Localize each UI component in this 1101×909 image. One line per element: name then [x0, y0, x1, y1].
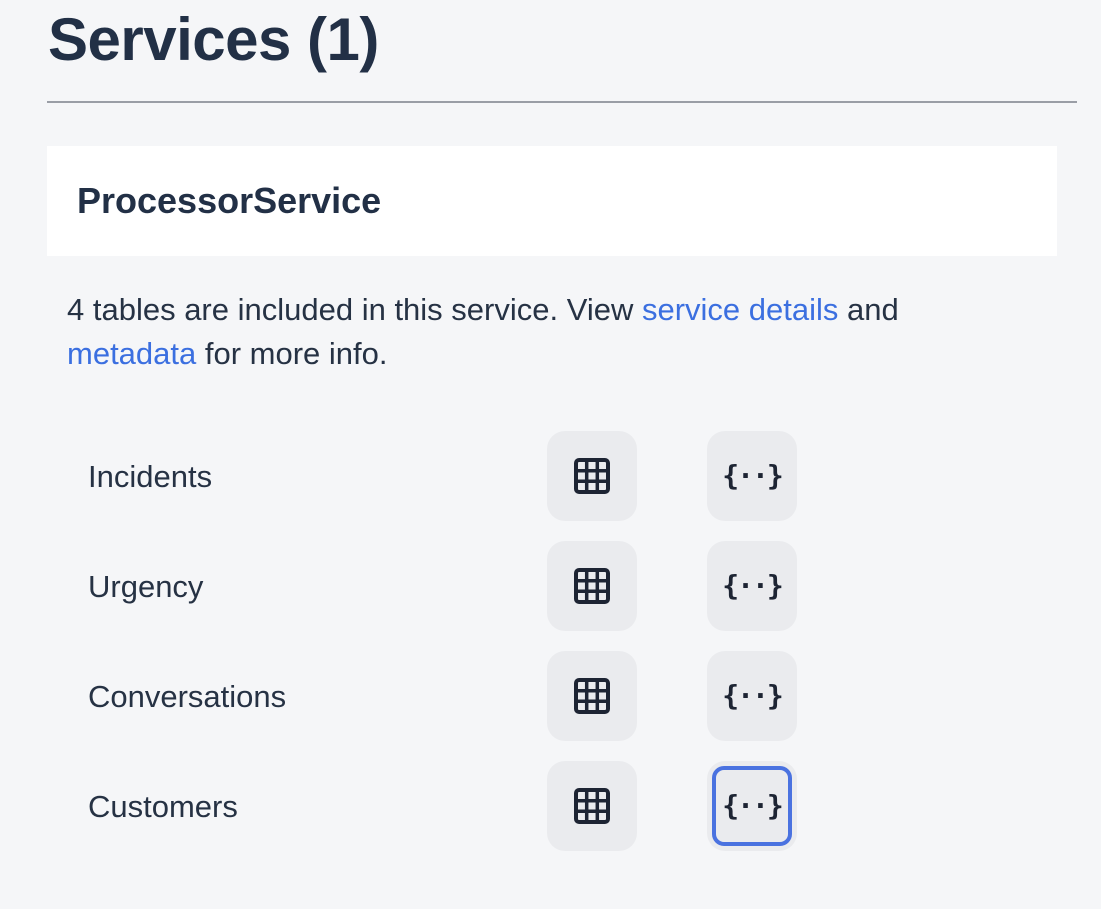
page-title: Services (1)	[48, 6, 379, 73]
entity-name: Urgency	[88, 569, 204, 604]
title-divider	[47, 101, 1077, 103]
curly-braces-icon: {··}	[722, 569, 783, 602]
entity-row-conversations: Conversations {··}	[0, 651, 1101, 741]
services-page: Services (1) ProcessorService 4 tables a…	[0, 0, 1101, 909]
metadata-link[interactable]: metadata	[67, 336, 196, 371]
table-grid-icon	[574, 458, 610, 494]
description-suffix: for more info.	[196, 336, 388, 371]
description-prefix: 4 tables are included in this service. V…	[67, 292, 642, 327]
table-grid-icon	[574, 678, 610, 714]
service-name: ProcessorService	[77, 180, 382, 221]
curly-braces-icon: {··}	[722, 679, 783, 712]
curly-braces-icon: {··}	[722, 459, 783, 492]
service-description: 4 tables are included in this service. V…	[67, 288, 1027, 376]
entity-name: Incidents	[88, 459, 213, 494]
entity-row-incidents: Incidents {··}	[0, 431, 1101, 521]
entity-name: Conversations	[88, 679, 287, 714]
entity-name: Customers	[88, 789, 238, 824]
view-json-button[interactable]: {··}	[707, 431, 797, 521]
view-json-button[interactable]: {··}	[707, 651, 797, 741]
view-table-button[interactable]	[547, 431, 637, 521]
service-card-header: ProcessorService	[47, 146, 1057, 256]
view-json-button[interactable]: {··}	[707, 541, 797, 631]
view-table-button[interactable]	[547, 651, 637, 741]
table-grid-icon	[574, 788, 610, 824]
curly-braces-icon: {··}	[722, 789, 783, 822]
entity-row-customers: Customers {··}	[0, 761, 1101, 851]
table-grid-icon	[574, 568, 610, 604]
service-details-link[interactable]: service details	[642, 292, 838, 327]
view-table-button[interactable]	[547, 761, 637, 851]
entity-row-urgency: Urgency {··}	[0, 541, 1101, 631]
description-middle: and	[838, 292, 899, 327]
view-json-button-focused[interactable]: {··}	[707, 761, 797, 851]
view-table-button[interactable]	[547, 541, 637, 631]
